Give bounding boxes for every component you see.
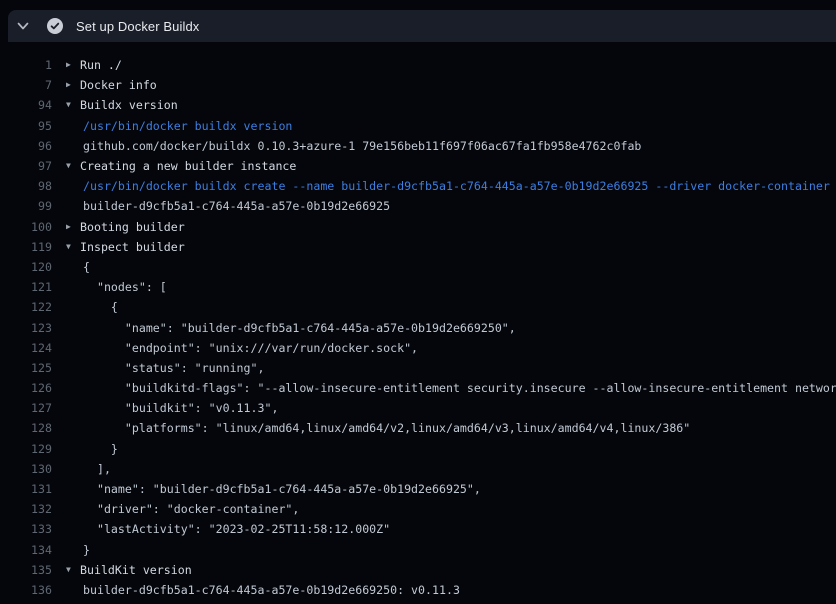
log-line: 122 {: [0, 297, 836, 317]
step-title: Set up Docker Buildx: [76, 19, 199, 34]
line-number[interactable]: 127: [0, 401, 52, 415]
line-number[interactable]: 131: [0, 482, 52, 496]
line-number[interactable]: 135: [0, 563, 52, 577]
log-text: {: [80, 260, 90, 274]
group-title[interactable]: Buildx version: [80, 98, 178, 112]
line-number[interactable]: 129: [0, 442, 52, 456]
log-text: "name": "builder-d9cfb5a1-c764-445a-a57e…: [80, 321, 516, 335]
chevron-down-icon[interactable]: [16, 19, 30, 33]
triangle-expanded-icon[interactable]: ▼: [66, 162, 80, 170]
log-line: 121 "nodes": [: [0, 277, 836, 297]
line-number[interactable]: 97: [0, 159, 52, 173]
line-number[interactable]: 1: [0, 58, 52, 72]
line-number[interactable]: 124: [0, 341, 52, 355]
line-number[interactable]: 7: [0, 78, 52, 92]
log-text: builder-d9cfb5a1-c764-445a-a57e-0b19d2e6…: [80, 583, 460, 597]
log-group-row[interactable]: 135 ▼BuildKit version: [0, 560, 836, 580]
log-group-row[interactable]: 119 ▼Inspect builder: [0, 237, 836, 257]
triangle-collapsed-icon[interactable]: ▶: [66, 81, 80, 89]
triangle-expanded-icon[interactable]: ▼: [66, 243, 80, 251]
log-line: 132 "driver": "docker-container",: [0, 499, 836, 519]
log-text: "name": "builder-d9cfb5a1-c764-445a-a57e…: [80, 482, 481, 496]
log-line: 133 "lastActivity": "2023-02-25T11:58:12…: [0, 519, 836, 539]
check-circle-icon: [47, 18, 63, 34]
log-text: ],: [80, 462, 111, 476]
log-line: 120 {: [0, 257, 836, 277]
log-text: "driver": "docker-container",: [80, 502, 299, 516]
log-line: 126 "buildkitd-flags": "--allow-insecure…: [0, 378, 836, 398]
group-title[interactable]: Run ./: [80, 58, 122, 72]
command-text: /usr/bin/docker buildx version: [80, 119, 292, 133]
log-text: "buildkit": "v0.11.3",: [80, 401, 278, 415]
log-line: 129 }: [0, 439, 836, 459]
log-line: 99 builder-d9cfb5a1-c764-445a-a57e-0b19d2…: [0, 196, 836, 216]
line-number[interactable]: 126: [0, 381, 52, 395]
log-text: builder-d9cfb5a1-c764-445a-a57e-0b19d2e6…: [80, 199, 390, 213]
line-number[interactable]: 136: [0, 583, 52, 597]
log-text: "endpoint": "unix:///var/run/docker.sock…: [80, 341, 418, 355]
log-line: 96 github.com/docker/buildx 0.10.3+azure-…: [0, 136, 836, 156]
triangle-expanded-icon[interactable]: ▼: [66, 101, 80, 109]
command-text: /usr/bin/docker buildx create --name bui…: [80, 179, 830, 193]
log-line: 131 "name": "builder-d9cfb5a1-c764-445a-…: [0, 479, 836, 499]
line-number[interactable]: 120: [0, 260, 52, 274]
log-line: 123 "name": "builder-d9cfb5a1-c764-445a-…: [0, 317, 836, 337]
group-title[interactable]: BuildKit version: [80, 563, 192, 577]
log-group-row[interactable]: 97 ▼Creating a new builder instance: [0, 156, 836, 176]
triangle-collapsed-icon[interactable]: ▶: [66, 61, 80, 69]
log-text: "lastActivity": "2023-02-25T11:58:12.000…: [80, 522, 390, 536]
line-number[interactable]: 134: [0, 543, 52, 557]
line-number[interactable]: 119: [0, 240, 52, 254]
log-text: github.com/docker/buildx 0.10.3+azure-1 …: [80, 139, 641, 153]
line-number[interactable]: 125: [0, 361, 52, 375]
log-group-row[interactable]: 7 ▶Docker info: [0, 75, 836, 95]
log-line: 128 "platforms": "linux/amd64,linux/amd6…: [0, 418, 836, 438]
log-text: }: [80, 543, 90, 557]
log-text: "status": "running",: [80, 361, 264, 375]
line-number[interactable]: 95: [0, 119, 52, 133]
log-viewer: 1▶Run ./7▶Docker info94▼Buildx version95…: [0, 42, 836, 600]
line-number[interactable]: 121: [0, 280, 52, 294]
line-number[interactable]: 94: [0, 98, 52, 112]
log-line: 127 "buildkit": "v0.11.3",: [0, 398, 836, 418]
log-text: "buildkitd-flags": "--allow-insecure-ent…: [80, 381, 836, 395]
log-line: 98/usr/bin/docker buildx create --name b…: [0, 176, 836, 196]
log-group-row[interactable]: 1 ▶Run ./: [0, 55, 836, 75]
line-number[interactable]: 128: [0, 421, 52, 435]
line-number[interactable]: 132: [0, 502, 52, 516]
log-text: {: [80, 300, 118, 314]
log-line: 95/usr/bin/docker buildx version: [0, 116, 836, 136]
line-number[interactable]: 98: [0, 179, 52, 193]
line-number[interactable]: 99: [0, 199, 52, 213]
line-number[interactable]: 96: [0, 139, 52, 153]
line-number[interactable]: 100: [0, 220, 52, 234]
log-text: "platforms": "linux/amd64,linux/amd64/v2…: [80, 421, 690, 435]
group-title[interactable]: Inspect builder: [80, 240, 185, 254]
log-line: 136 builder-d9cfb5a1-c764-445a-a57e-0b19d…: [0, 580, 836, 600]
log-group-row[interactable]: 94 ▼Buildx version: [0, 95, 836, 115]
group-title[interactable]: Booting builder: [80, 220, 185, 234]
log-line: 134}: [0, 540, 836, 560]
triangle-collapsed-icon[interactable]: ▶: [66, 223, 80, 231]
log-group-row[interactable]: 100 ▶Booting builder: [0, 217, 836, 237]
log-line: 130 ],: [0, 459, 836, 479]
line-number[interactable]: 123: [0, 321, 52, 335]
line-number[interactable]: 133: [0, 522, 52, 536]
log-text: "nodes": [: [80, 280, 167, 294]
log-text: }: [80, 442, 118, 456]
log-line: 125 "status": "running",: [0, 358, 836, 378]
step-header[interactable]: Set up Docker Buildx: [8, 10, 836, 42]
log-line: 124 "endpoint": "unix:///var/run/docker.…: [0, 338, 836, 358]
line-number[interactable]: 122: [0, 300, 52, 314]
group-title[interactable]: Docker info: [80, 78, 157, 92]
triangle-expanded-icon[interactable]: ▼: [66, 566, 80, 574]
group-title[interactable]: Creating a new builder instance: [80, 159, 296, 173]
line-number[interactable]: 130: [0, 462, 52, 476]
